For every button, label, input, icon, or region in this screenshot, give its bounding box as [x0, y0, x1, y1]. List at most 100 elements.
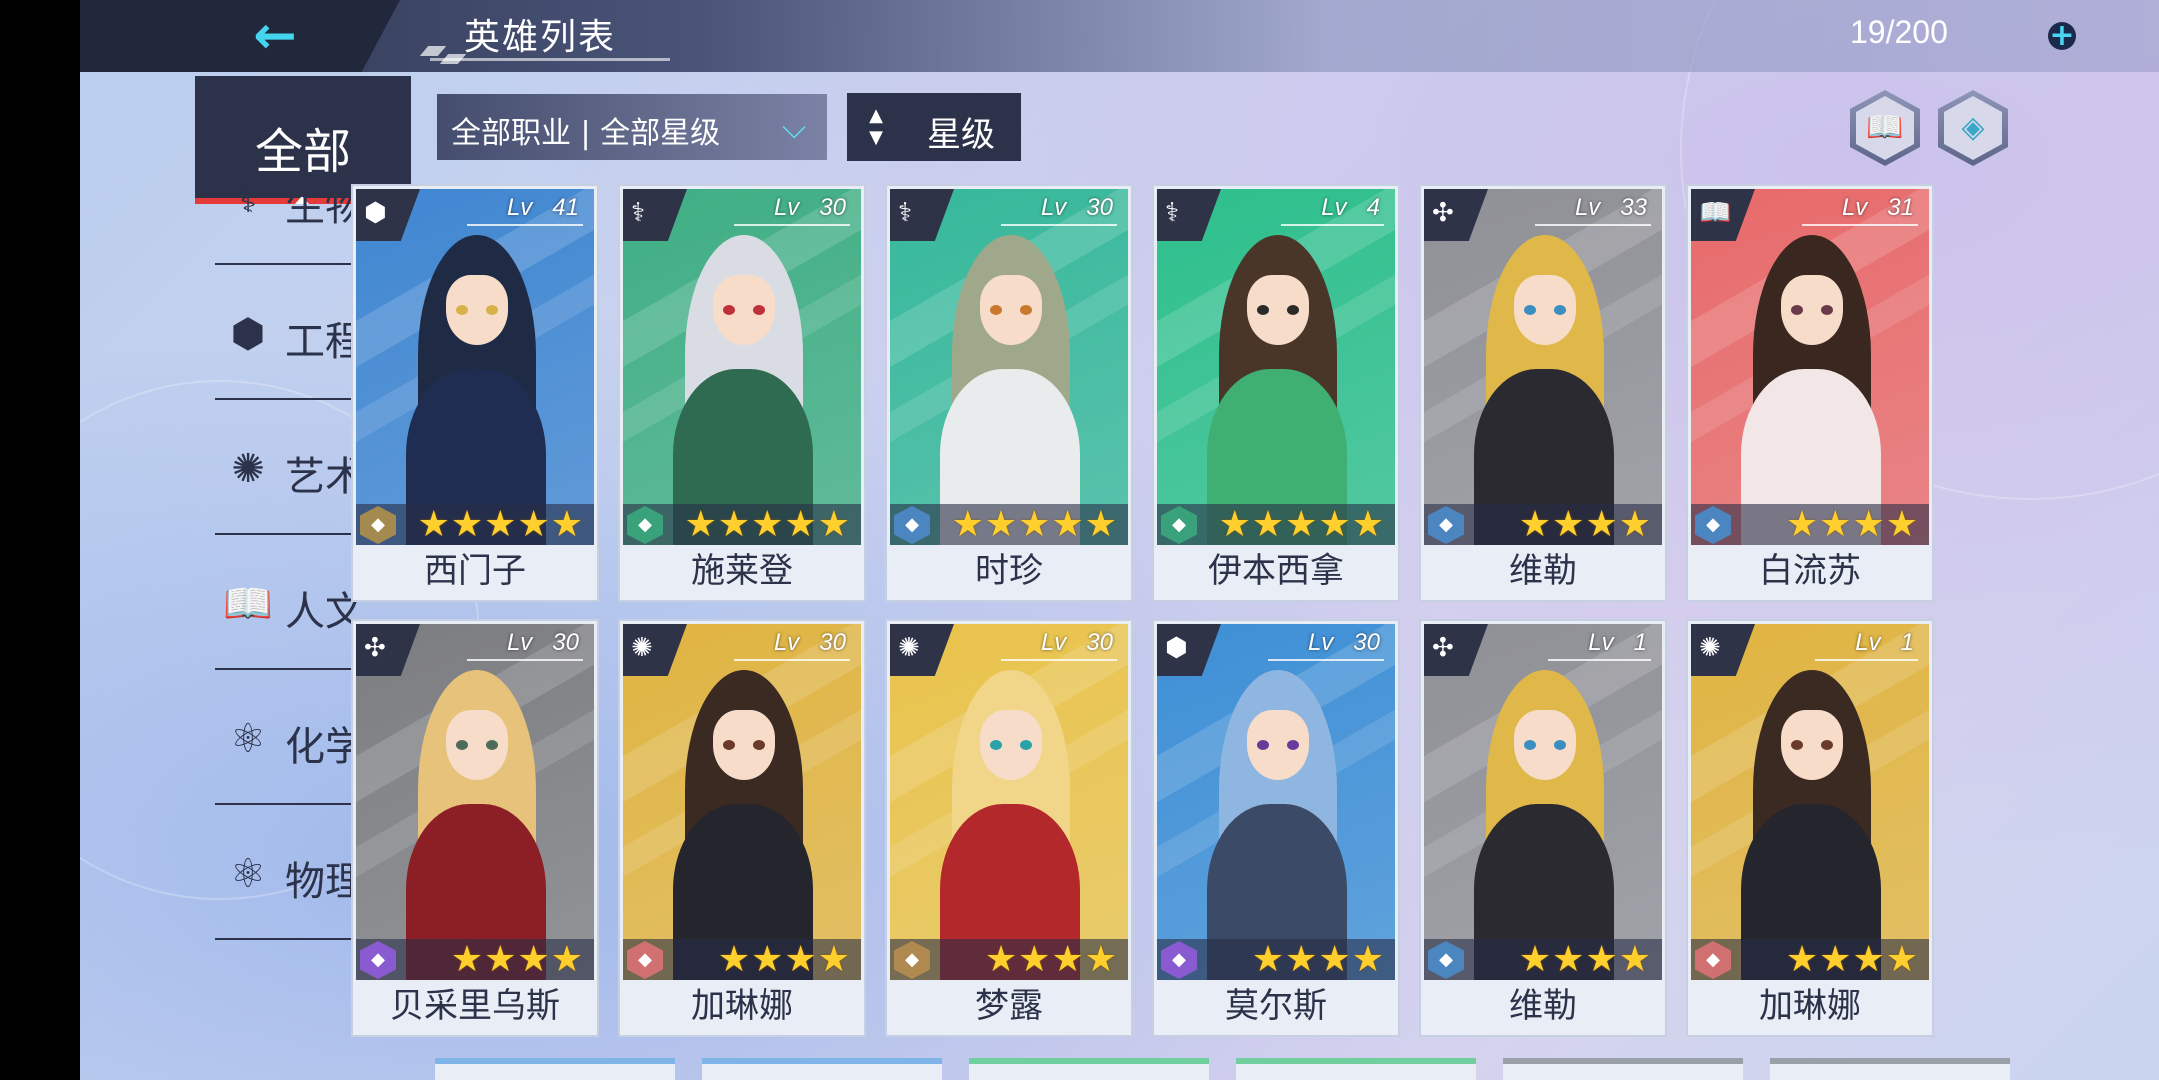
star-rating: ★★★★	[1518, 504, 1652, 545]
hero-eye	[1791, 740, 1803, 750]
class-star-filter-dropdown[interactable]: 全部职业 | 全部星级 ⌵	[437, 94, 827, 160]
hero-figure	[1735, 664, 1885, 980]
hero-card[interactable]: ✺ Lv 30 ◆ ★★★★ 梦露	[887, 621, 1131, 1035]
role-icon: ◆	[1428, 941, 1464, 979]
book-icon: 📖	[223, 581, 273, 627]
hero-figure	[1201, 664, 1351, 980]
level-value: 31	[1887, 194, 1914, 221]
hero-figure	[667, 664, 817, 980]
hero-eye	[753, 305, 765, 315]
lv-prefix: Lv	[1855, 629, 1881, 656]
star-bar: ◆ ★★★★	[623, 939, 861, 980]
hero-name: 贝采里乌斯	[390, 986, 560, 1026]
hero-name: 西门子	[424, 551, 526, 591]
star-rating: ★★★★★	[951, 504, 1118, 545]
hero-card[interactable]: ✺ Lv 30 ◆ ★★★★ 加琳娜	[620, 621, 864, 1035]
hero-card[interactable]: ✣ Lv 30 ◆ ★★★★ 贝采里乌斯	[353, 621, 597, 1035]
hero-figure	[934, 664, 1084, 980]
plus-icon[interactable]: +	[2048, 21, 2076, 51]
star-rating: ★★★★★	[1218, 504, 1385, 545]
hero-card[interactable]: 📖 Lv 31 ◆ ★★★★ 白流苏	[1688, 186, 1932, 600]
level-value: 30	[552, 629, 579, 656]
level-value: 4	[1366, 194, 1380, 221]
hero-name: 维勒	[1509, 551, 1577, 591]
hero-portrait	[1424, 189, 1662, 545]
page-title-area: 英雄列表	[410, 0, 680, 64]
back-arrow-icon[interactable]: ←	[240, 6, 310, 66]
level-value: 30	[1353, 629, 1380, 656]
hero-figure	[400, 229, 550, 545]
atom-icon: ⚛	[230, 851, 266, 897]
lv-prefix: Lv	[1841, 194, 1868, 221]
hero-figure	[1468, 664, 1618, 980]
hero-card[interactable]: ✣ Lv 33 ◆ ★★★★ 维勒	[1421, 186, 1665, 600]
hero-card[interactable]: ✣ Lv 1 ◆ ★★★★ 维勒	[1421, 621, 1665, 1035]
level-label: Lv 41	[466, 194, 583, 226]
hero-card[interactable]: ⬢ Lv 30 ◆ ★★★★ 莫尔斯	[1154, 621, 1398, 1035]
star-rating: ★★★★★	[684, 504, 851, 545]
lv-prefix: Lv	[506, 194, 533, 221]
role-icon: ◆	[1428, 506, 1464, 544]
hero-figure	[934, 229, 1084, 545]
molecule-icon: ⚛	[230, 716, 266, 762]
level-value: 1	[1900, 629, 1914, 656]
star-bar: ◆ ★★★★	[1157, 939, 1395, 980]
star-rating: ★★★★★	[417, 504, 584, 545]
role-icon: ◆	[894, 941, 930, 979]
level-value: 30	[1086, 629, 1113, 656]
card-row-peek	[1770, 1058, 2010, 1080]
hero-card[interactable]: ⚕ Lv 4 ◆ ★★★★★ 伊本西拿	[1154, 186, 1398, 600]
level-label: Lv 33	[1534, 194, 1651, 226]
star-bar: ◆ ★★★★	[356, 939, 594, 980]
lv-prefix: Lv	[1040, 194, 1067, 221]
lv-prefix: Lv	[1574, 194, 1601, 221]
level-value: 30	[1086, 194, 1113, 221]
hero-portrait	[623, 189, 861, 545]
page-title: 英雄列表	[464, 17, 617, 58]
hero-eye	[990, 740, 1002, 750]
hero-portrait	[1157, 624, 1395, 980]
hero-name: 施莱登	[691, 551, 793, 591]
lv-prefix: Lv	[773, 629, 800, 656]
hero-portrait	[623, 624, 861, 980]
card-row-peek	[702, 1058, 942, 1080]
star-bar: ◆ ★★★★★	[890, 504, 1128, 545]
hero-eye	[456, 740, 468, 750]
hero-figure	[1468, 229, 1618, 545]
role-icon: ◆	[1695, 506, 1731, 544]
level-label: Lv 1	[1815, 629, 1918, 661]
level-value: 1	[1633, 629, 1647, 656]
hero-card[interactable]: ✺ Lv 1 ◆ ★★★★ 加琳娜	[1688, 621, 1932, 1035]
sort-arrows-icon: ▲ ▼	[869, 105, 883, 148]
role-icon: ◆	[1161, 506, 1197, 544]
role-icon: ◆	[1161, 941, 1197, 979]
role-icon: ◆	[627, 941, 663, 979]
hero-eye	[753, 740, 765, 750]
role-icon: ◆	[360, 941, 396, 979]
hero-name: 加琳娜	[691, 986, 793, 1026]
hero-name: 维勒	[1509, 986, 1577, 1026]
star-rating: ★★★★	[1785, 504, 1919, 545]
hero-card[interactable]: ⬢ Lv 41 ◆ ★★★★★ 西门子	[353, 186, 597, 600]
hero-card[interactable]: ⚕ Lv 30 ◆ ★★★★★ 时珍	[887, 186, 1131, 600]
hero-eye	[1287, 740, 1299, 750]
sort-by-star-button[interactable]: ▲ ▼ 星级	[847, 93, 1021, 161]
hero-name: 伊本西拿	[1208, 551, 1344, 591]
hero-card[interactable]: ⚕ Lv 30 ◆ ★★★★★ 施莱登	[620, 186, 864, 600]
card-row-peek	[435, 1058, 675, 1080]
title-underline	[430, 58, 670, 61]
hero-count: 19/200	[1850, 14, 1948, 50]
sort-label: 星级	[927, 115, 995, 155]
hero-eye	[1791, 305, 1803, 315]
level-label: Lv 1	[1548, 629, 1651, 661]
level-label: Lv 31	[1801, 194, 1918, 226]
hero-figure	[1735, 229, 1885, 545]
diamond-icon: ◈	[1944, 96, 2002, 160]
level-value: 33	[1620, 194, 1647, 221]
hero-eye	[1020, 740, 1032, 750]
hero-portrait	[356, 189, 594, 545]
chevron-down-icon: ⌵	[782, 108, 807, 146]
level-label: Lv 30	[733, 194, 850, 226]
role-icon: ◆	[894, 506, 930, 544]
book-icon: 📖	[1856, 96, 1914, 160]
